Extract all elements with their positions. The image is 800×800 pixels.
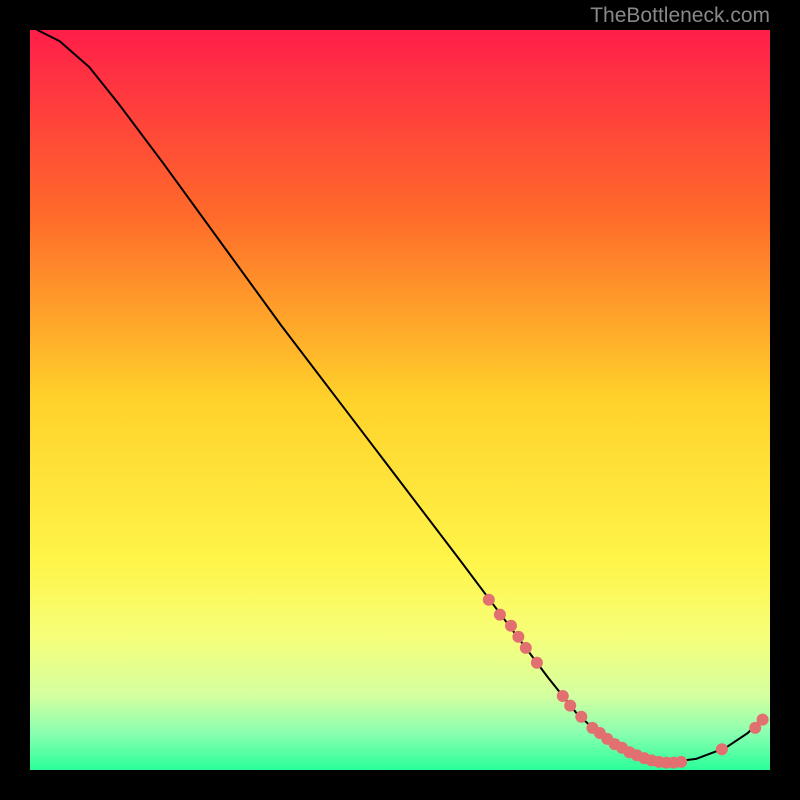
data-point: [494, 609, 506, 621]
chart-container: TheBottleneck.com: [0, 0, 800, 800]
data-point: [564, 700, 576, 712]
gradient-background: [30, 30, 770, 770]
data-point: [520, 642, 532, 654]
watermark: TheBottleneck.com: [590, 4, 770, 28]
chart-plot-area: [30, 30, 770, 770]
data-point: [575, 711, 587, 723]
chart-svg: [30, 30, 770, 770]
data-point: [512, 631, 524, 643]
data-point: [675, 756, 687, 768]
data-point: [757, 714, 769, 726]
data-point: [483, 594, 495, 606]
data-point: [505, 620, 517, 632]
data-point: [531, 657, 543, 669]
data-point: [557, 690, 569, 702]
data-point: [716, 743, 728, 755]
